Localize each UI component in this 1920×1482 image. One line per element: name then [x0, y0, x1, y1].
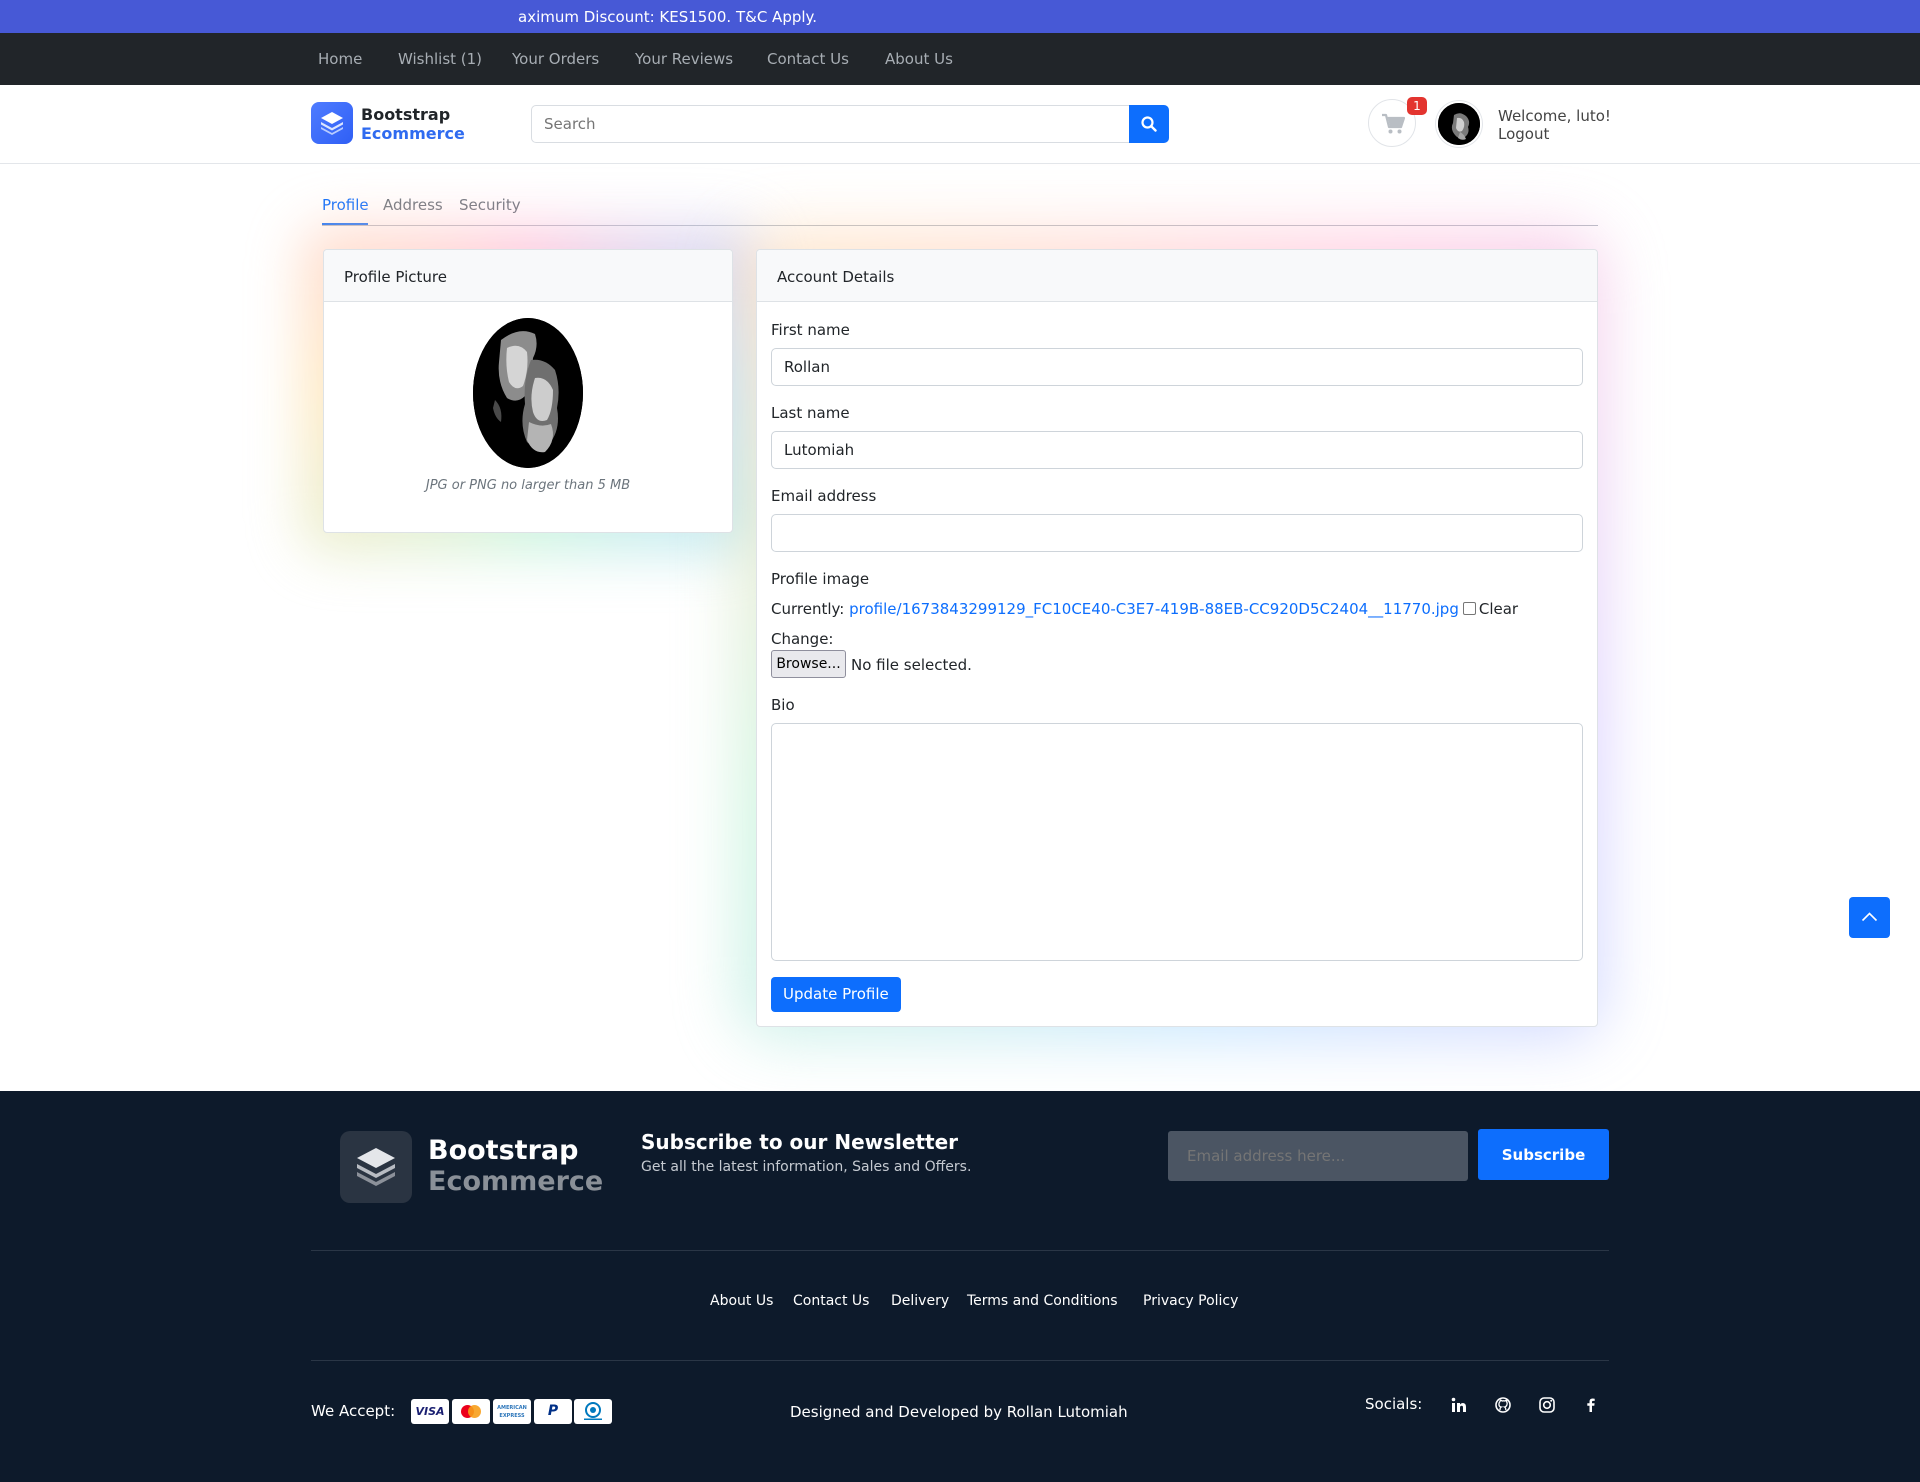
tab-profile[interactable]: Profile: [322, 196, 369, 214]
change-label: Change:: [771, 630, 834, 648]
brand-name-line1: Bootstrap: [361, 105, 451, 124]
footer-logo[interactable]: [340, 1131, 412, 1203]
footer-link-privacy[interactable]: Privacy Policy: [1143, 1293, 1238, 1309]
brand-name-line2: Ecommerce: [361, 124, 465, 143]
first-name-label: First name: [771, 321, 850, 339]
clear-label: Clear: [1478, 600, 1519, 618]
current-image-link[interactable]: profile/1673843299129_FC10CE40-C3E7-419B…: [849, 600, 1459, 618]
first-name-field[interactable]: [771, 348, 1583, 386]
socials-label: Socials:: [1365, 1395, 1423, 1413]
logout-link[interactable]: Logout: [1498, 125, 1549, 143]
credits-text: Designed and Developed by Rollan Lutomia…: [790, 1403, 1128, 1421]
site-footer: Bootstrap Ecommerce Subscribe to our New…: [0, 1091, 1920, 1482]
instagram-icon[interactable]: [1537, 1395, 1557, 1415]
nav-your-reviews[interactable]: Your Reviews: [635, 50, 733, 68]
email-field[interactable]: [771, 514, 1583, 552]
bio-label: Bio: [771, 696, 795, 714]
tab-address[interactable]: Address: [383, 196, 443, 214]
nav-home[interactable]: Home: [318, 50, 362, 68]
newsletter-email-input[interactable]: [1168, 1131, 1468, 1181]
footer-link-delivery[interactable]: Delivery: [891, 1293, 949, 1309]
card-header: Account Details: [757, 250, 1597, 302]
footer-divider: [311, 1250, 1609, 1251]
current-image-row: Currently: profile/1673843299129_FC10CE4…: [771, 600, 1518, 618]
bio-textarea[interactable]: [771, 723, 1583, 961]
amex-icon: AMERICAN EXPRESS: [493, 1399, 531, 1424]
layers-icon: [357, 1148, 395, 1186]
clear-checkbox[interactable]: [1462, 602, 1476, 615]
card-title: Account Details: [777, 268, 895, 286]
profile-picture: [473, 318, 583, 468]
upload-hint: JPG or PNG no larger than 5 MB: [425, 478, 631, 493]
file-status: No file selected.: [851, 656, 972, 674]
account-details-card: Account Details First name Last name Ema…: [756, 249, 1598, 1027]
currently-label: Currently:: [771, 600, 845, 618]
promo-banner: aximum Discount: KES1500. T&C Apply.: [0, 0, 1920, 33]
tab-security[interactable]: Security: [459, 196, 521, 214]
brand-logo[interactable]: [311, 102, 353, 144]
nav-about-us[interactable]: About Us: [885, 50, 953, 68]
paypal-icon: P: [534, 1399, 572, 1424]
scroll-to-top-button[interactable]: [1849, 897, 1890, 938]
footer-brand-line2: Ecommerce: [428, 1166, 604, 1197]
search-icon: [1141, 116, 1157, 132]
mastercard-icon: [452, 1399, 490, 1424]
footer-link-terms[interactable]: Terms and Conditions: [967, 1293, 1118, 1309]
last-name-field[interactable]: [771, 431, 1583, 469]
email-label: Email address: [771, 487, 877, 505]
we-accept-label: We Accept:: [311, 1402, 396, 1420]
chevron-up-icon: [1861, 912, 1878, 922]
browse-button[interactable]: Browse...: [771, 650, 846, 678]
nav-your-orders[interactable]: Your Orders: [512, 50, 599, 68]
footer-link-about[interactable]: About Us: [710, 1293, 773, 1309]
welcome-text: Welcome, luto!: [1498, 107, 1611, 125]
profile-tabs: Profile Address Security: [322, 196, 1598, 226]
update-profile-button[interactable]: Update Profile: [771, 977, 901, 1012]
subscribe-button[interactable]: Subscribe: [1478, 1129, 1609, 1180]
promo-text: aximum Discount: KES1500. T&C Apply.: [518, 8, 818, 26]
layers-icon: [321, 112, 343, 135]
avatar-image: [1438, 103, 1480, 145]
visa-icon: VISA: [411, 1399, 449, 1424]
card-title: Profile Picture: [344, 268, 447, 286]
github-icon[interactable]: [1493, 1395, 1513, 1415]
user-avatar[interactable]: [1436, 101, 1482, 147]
site-header: Bootstrap Ecommerce 1 Welcome, luto! Log…: [0, 85, 1920, 164]
linkedin-icon[interactable]: [1449, 1395, 1469, 1415]
newsletter-title: Subscribe to our Newsletter: [641, 1130, 959, 1154]
search-button[interactable]: [1129, 105, 1169, 143]
profile-picture-card: Profile Picture JPG or PNG no larger tha…: [323, 249, 733, 533]
facebook-icon[interactable]: [1581, 1395, 1601, 1415]
newsletter-subtitle: Get all the latest information, Sales an…: [641, 1159, 972, 1175]
nav-wishlist[interactable]: Wishlist (1): [398, 50, 482, 68]
profile-image-label: Profile image: [771, 570, 870, 588]
search-input[interactable]: [531, 105, 1129, 143]
profile-image: [473, 318, 583, 468]
cart-icon: [1382, 113, 1405, 134]
top-navigation: Home Wishlist (1) Your Orders Your Revie…: [0, 33, 1920, 85]
footer-brand-line1: Bootstrap: [428, 1135, 579, 1166]
last-name-label: Last name: [771, 404, 850, 422]
cart-count-badge: 1: [1407, 97, 1427, 115]
footer-link-contact[interactable]: Contact Us: [793, 1293, 869, 1309]
footer-divider: [311, 1360, 1609, 1361]
nav-contact-us[interactable]: Contact Us: [767, 50, 849, 68]
card-header: Profile Picture: [324, 250, 732, 302]
diners-club-icon: [574, 1399, 612, 1424]
